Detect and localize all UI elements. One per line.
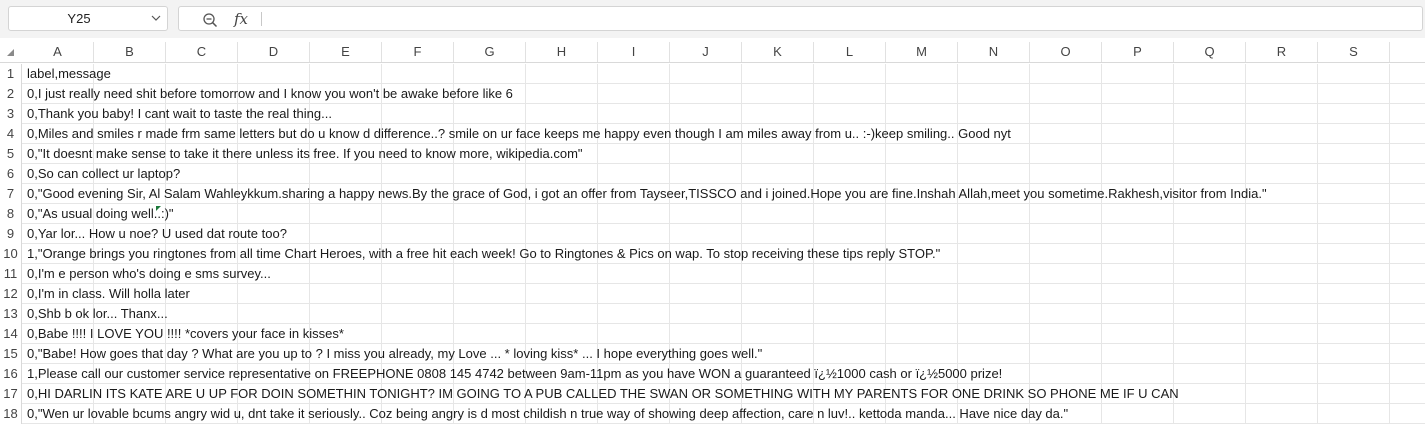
cell-a-text[interactable]: 0,"Good evening Sir, Al Salam Wahleykkum… [27,184,1267,204]
column-header-i[interactable]: I [598,42,670,62]
cell-a-text[interactable]: 0,I'm e person who's doing e sms survey.… [27,264,271,284]
table-row: 4 0,Miles and smiles r made frm same lett… [0,124,1425,144]
table-row: 11 0,I'm e person who's doing e sms surve… [0,264,1425,284]
cell-a-text[interactable]: 0,I just really need shit before tomorro… [27,84,513,104]
formula-input[interactable]: fx [178,6,1423,31]
cell-a-text[interactable]: 0,Miles and smiles r made frm same lette… [27,124,1011,144]
column-header-n[interactable]: N [958,42,1030,62]
formula-divider [261,12,262,26]
column-header-p[interactable]: P [1102,42,1174,62]
error-indicator-icon[interactable] [156,206,161,211]
cell-a-text[interactable]: 0,Shb b ok lor... Thanx... [27,304,168,324]
column-header-row: ABCDEFGHIJKLMNOPQRS [0,42,1425,63]
column-header-m[interactable]: M [886,42,958,62]
table-row: 18 0,"Wen ur lovable bcums angry wid u, d… [0,404,1425,424]
column-header-h[interactable]: H [526,42,598,62]
cell-a-text[interactable]: 0,"Babe! How goes that day ? What are yo… [27,344,762,364]
table-row: 2 0,I just really need shit before tomorr… [0,84,1425,104]
select-all-icon [7,49,14,56]
row-header[interactable]: 4 [0,124,22,144]
row-header[interactable]: 13 [0,304,22,324]
column-header-o[interactable]: O [1030,42,1102,62]
cell-a-text[interactable]: 0,Babe !!!! I LOVE YOU !!!! *covers your… [27,324,344,344]
table-row: 13 0,Shb b ok lor... Thanx... [0,304,1425,324]
cell-a-text[interactable]: 0,So can collect ur laptop? [27,164,180,184]
chevron-down-icon[interactable] [151,13,161,23]
table-row: 5 0,"It doesnt make sense to take it ther… [0,144,1425,164]
cell-a-text[interactable]: 0,HI DARLIN ITS KATE ARE U UP FOR DOIN S… [27,384,1179,404]
row-cells[interactable] [22,284,1425,304]
row-cells[interactable] [22,304,1425,324]
row-header[interactable]: 15 [0,344,22,364]
column-header-f[interactable]: F [382,42,454,62]
formula-bar: Y25 fx [0,0,1425,38]
row-header[interactable]: 16 [0,364,22,384]
table-row: 8 0,"As usual doing well..:)" [0,204,1425,224]
table-row: 6 0,So can collect ur laptop? [0,164,1425,184]
row-cells[interactable] [22,204,1425,224]
row-header[interactable]: 2 [0,84,22,104]
cell-a-text[interactable]: 1,Please call our customer service repre… [27,364,1002,384]
column-header-a[interactable]: A [22,42,94,62]
row-header[interactable]: 8 [0,204,22,224]
row-header[interactable]: 6 [0,164,22,184]
row-header[interactable]: 5 [0,144,22,164]
select-all-corner[interactable] [0,42,22,62]
cell-a-text[interactable]: 0,Yar lor... How u noe? U used dat route… [27,224,287,244]
row-header[interactable]: 10 [0,244,22,264]
cell-a-text[interactable]: label,message [27,64,111,84]
table-row: 16 1,Please call our customer service rep… [0,364,1425,384]
column-header-k[interactable]: K [742,42,814,62]
cell-a-text[interactable]: 0,I'm in class. Will holla later [27,284,190,304]
cell-a-text[interactable]: 0,"It doesnt make sense to take it there… [27,144,583,164]
column-header-l[interactable]: L [814,42,886,62]
row-header[interactable]: 18 [0,404,22,424]
table-row: 7 0,"Good evening Sir, Al Salam Wahleykku… [0,184,1425,204]
cell-a-text[interactable]: 0,"Wen ur lovable bcums angry wid u, dnt… [27,404,1068,424]
table-row: 1 label,message [0,64,1425,84]
name-box[interactable]: Y25 [8,6,168,31]
fx-icon[interactable]: fx [234,10,248,28]
column-header-q[interactable]: Q [1174,42,1246,62]
table-row: 9 0,Yar lor... How u noe? U used dat rout… [0,224,1425,244]
row-header[interactable]: 14 [0,324,22,344]
row-header[interactable]: 7 [0,184,22,204]
row-header[interactable]: 1 [0,64,22,84]
column-header-b[interactable]: B [94,42,166,62]
zoom-out-icon[interactable] [202,12,218,28]
column-header-d[interactable]: D [238,42,310,62]
row-header[interactable]: 17 [0,384,22,404]
table-row: 3 0,Thank you baby! I cant wait to taste … [0,104,1425,124]
cell-a-text[interactable]: 1,"Orange brings you ringtones from all … [27,244,940,264]
row-header[interactable]: 11 [0,264,22,284]
table-row: 15 0,"Babe! How goes that day ? What are … [0,344,1425,364]
column-header-g[interactable]: G [454,42,526,62]
cell-a-text[interactable]: 0,Thank you baby! I cant wait to taste t… [27,104,332,124]
column-header-c[interactable]: C [166,42,238,62]
table-row: 17 0,HI DARLIN ITS KATE ARE U UP FOR DOIN… [0,384,1425,404]
row-header[interactable]: 9 [0,224,22,244]
row-cells[interactable] [22,164,1425,184]
row-header[interactable]: 3 [0,104,22,124]
table-row: 12 0,I'm in class. Will holla later [0,284,1425,304]
row-header[interactable]: 12 [0,284,22,304]
name-box-value: Y25 [67,11,91,26]
column-header-r[interactable]: R [1246,42,1318,62]
cell-a-text[interactable]: 0,"As usual doing well..:)" [27,204,174,224]
table-row: 14 0,Babe !!!! I LOVE YOU !!!! *covers yo… [0,324,1425,344]
column-header-e[interactable]: E [310,42,382,62]
column-header-s[interactable]: S [1318,42,1390,62]
table-row: 10 1,"Orange brings you ringtones from al… [0,244,1425,264]
column-header-j[interactable]: J [670,42,742,62]
row-cells[interactable] [22,64,1425,84]
